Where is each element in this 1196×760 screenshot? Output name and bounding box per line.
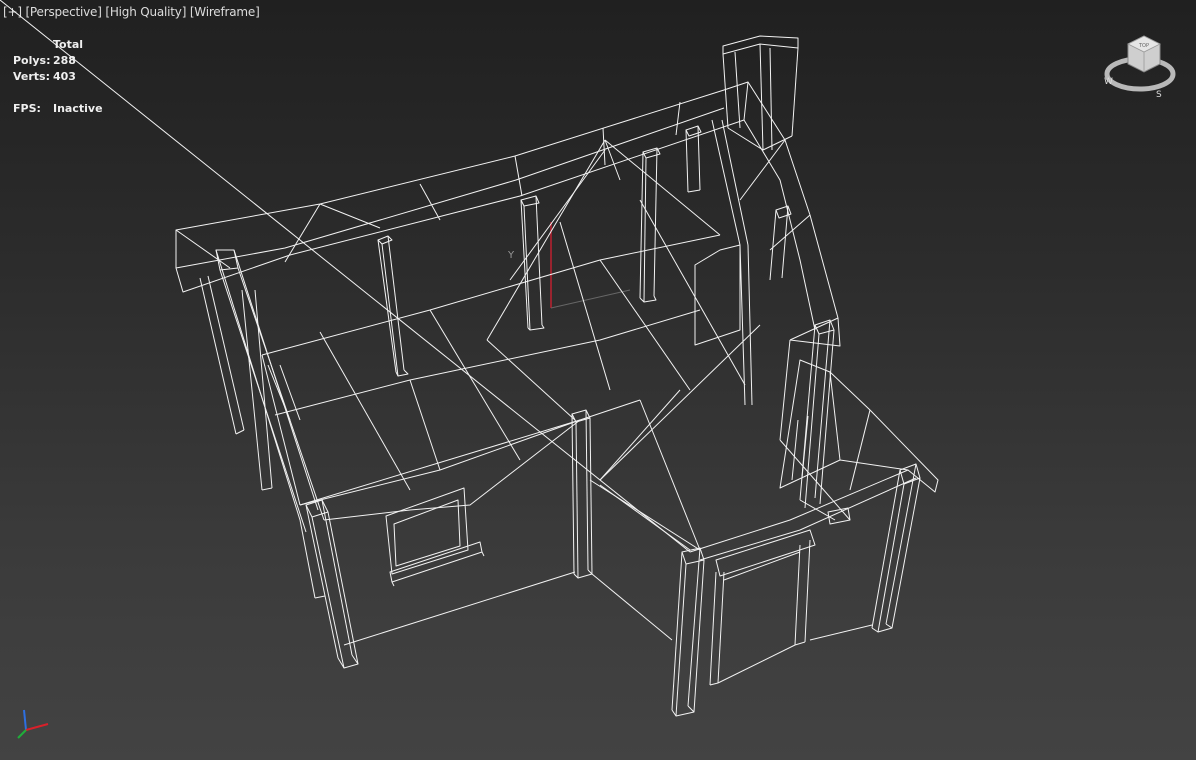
viewcube-face-label: TOP xyxy=(1138,43,1149,49)
chimney-base xyxy=(694,244,741,346)
axis-tripod-icon xyxy=(17,709,49,739)
compass-west-label: W xyxy=(1104,77,1113,87)
grid-axis-label: Y xyxy=(507,250,515,261)
grid-x-line xyxy=(550,289,631,309)
compass-south-label: S xyxy=(1156,90,1162,100)
axis-tripod xyxy=(8,704,58,744)
viewcube[interactable]: TOP W S xyxy=(1100,30,1180,100)
wireframe-viewport[interactable]: Y xyxy=(0,0,1196,760)
door-header xyxy=(715,529,816,577)
house-wireframe xyxy=(0,0,939,717)
viewcube-icon[interactable]: TOP W S xyxy=(1100,30,1180,100)
ceiling-edge xyxy=(261,234,721,356)
